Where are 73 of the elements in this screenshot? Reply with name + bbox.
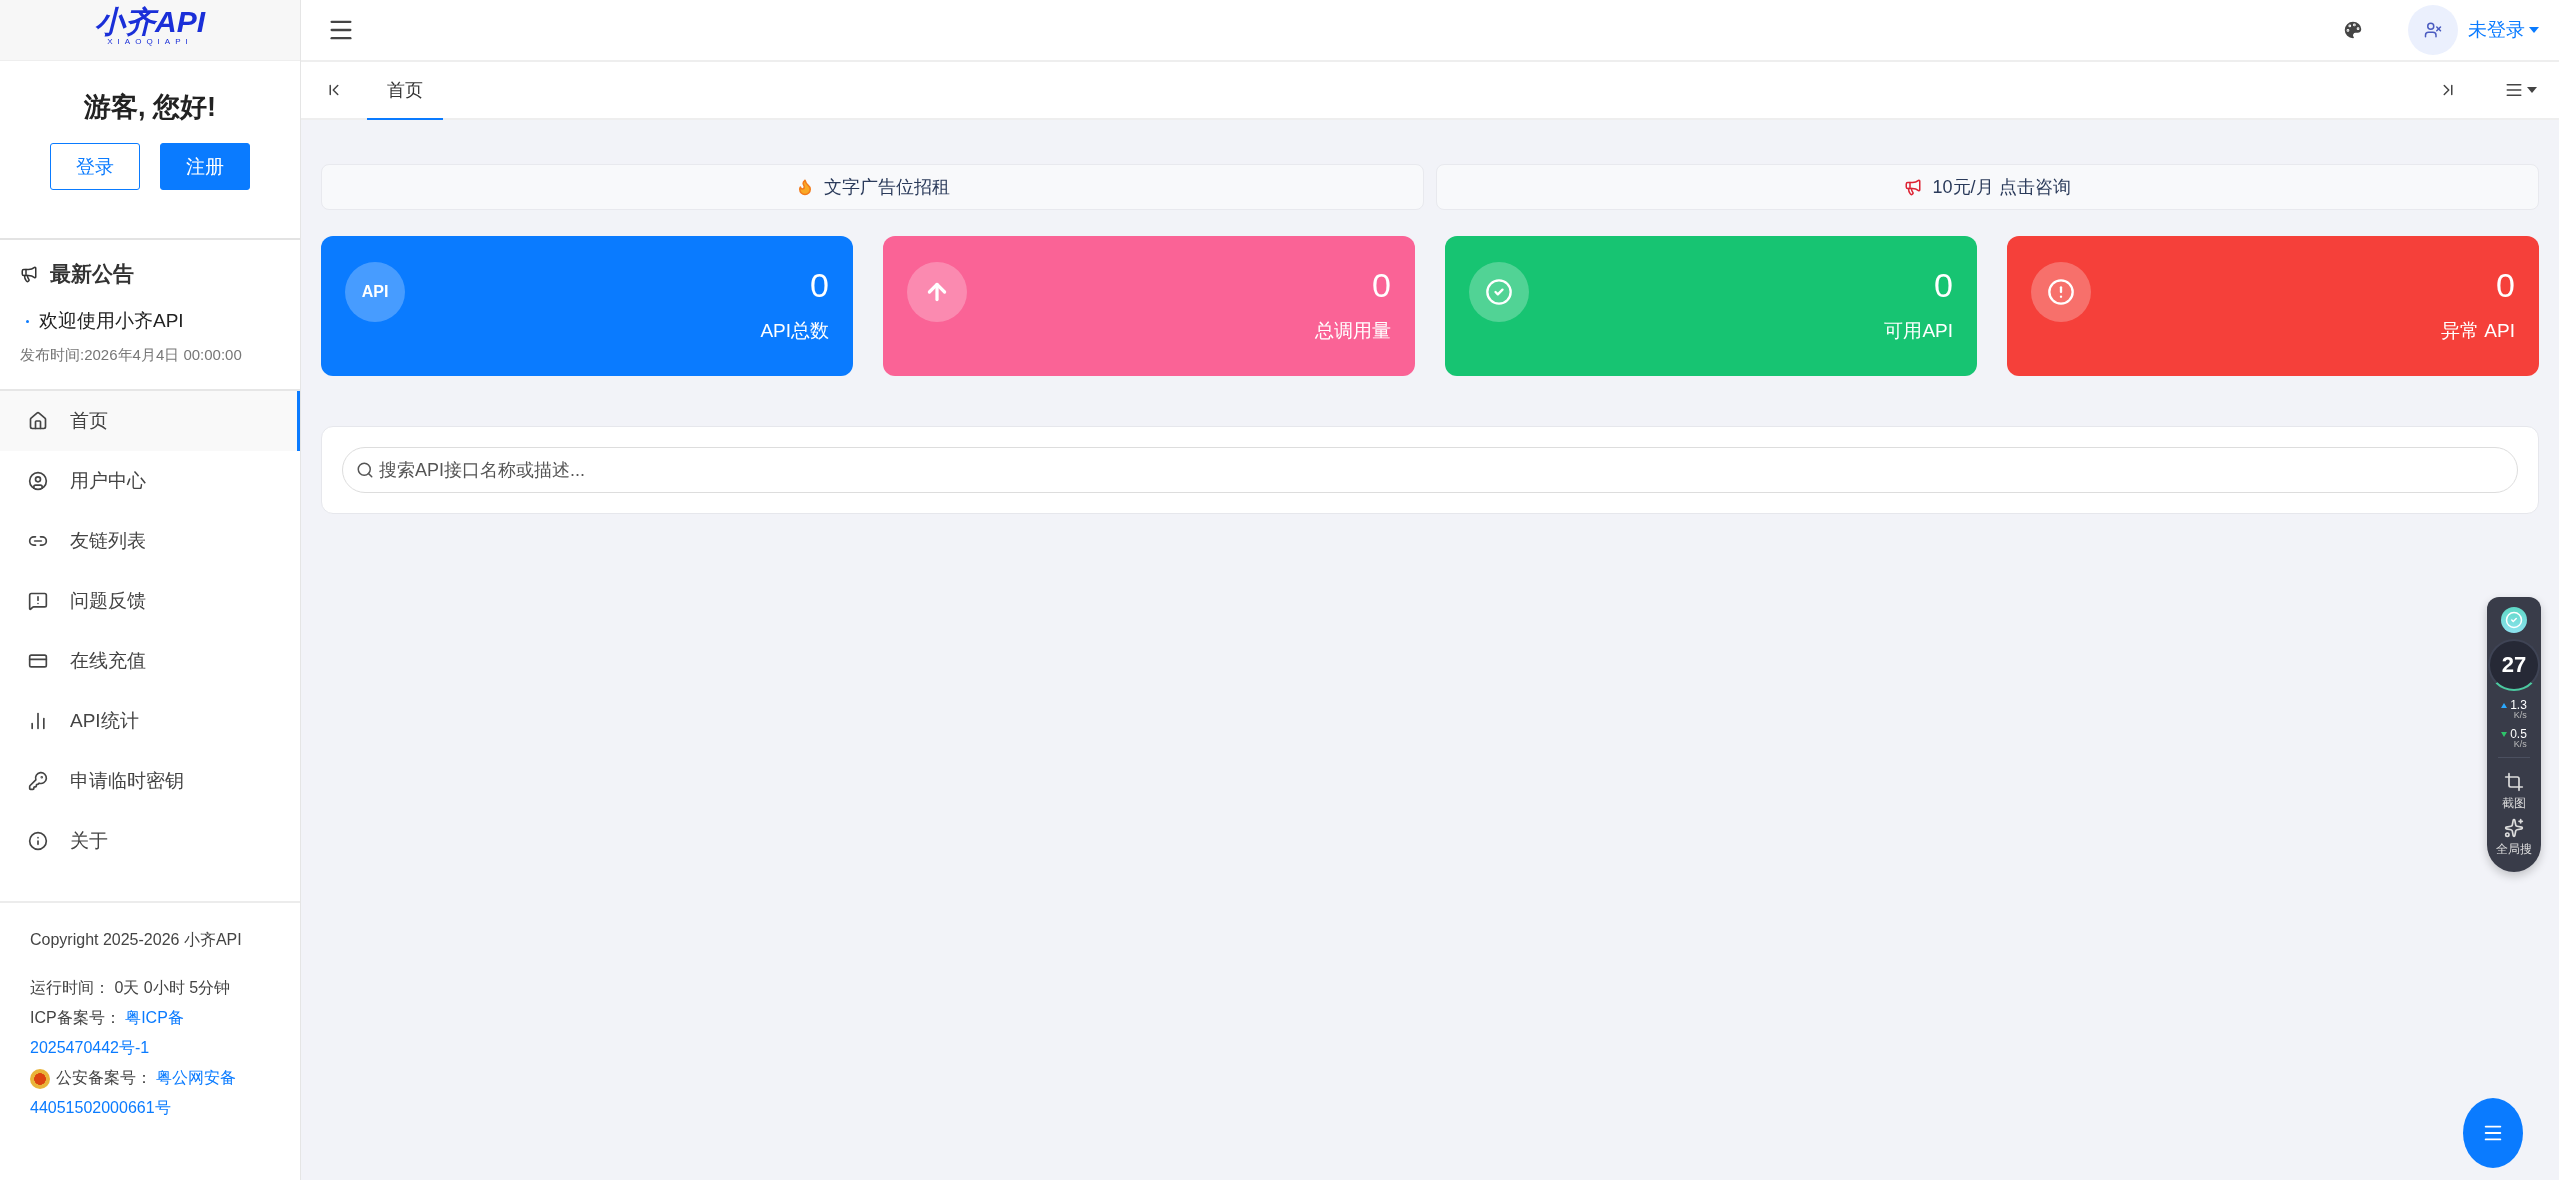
nav-item[interactable]: API统计 (0, 691, 300, 751)
megaphone-icon (1904, 178, 1923, 196)
caret-icon (2527, 87, 2537, 93)
stat-label: API总数 (760, 319, 829, 343)
widget-tool[interactable]: 截图 (2502, 772, 2526, 812)
nav-item[interactable]: 友链列表 (0, 511, 300, 571)
upload-icon (2501, 703, 2508, 708)
register-button[interactable]: 注册 (160, 143, 250, 190)
bullet-icon (26, 319, 29, 323)
nav-item[interactable]: 在线充值 (0, 631, 300, 691)
user-off-icon (2424, 21, 2442, 39)
runtime-value: 0天 0小时 5分钟 (114, 979, 231, 996)
ad-text: 文字广告位招租 (823, 176, 950, 199)
unit: K/s (2512, 711, 2527, 720)
nav-item[interactable]: 申请临时密钥 (0, 751, 300, 811)
stat-label: 总调用量 (1315, 319, 1391, 343)
announcement-link[interactable]: 欢迎使用小齐API (39, 308, 184, 334)
avatar[interactable] (2408, 5, 2458, 55)
widget-tool[interactable]: 全局搜 (2496, 818, 2532, 858)
announcement-title: 最新公告 (50, 261, 134, 287)
ad-banner[interactable]: 文字广告位招租 (321, 164, 1424, 210)
ad-banner[interactable]: 10元/月 点击咨询 (1436, 164, 2539, 210)
icp-label: ICP备案号： (30, 1009, 121, 1026)
police-label: 公安备案号： (56, 1069, 152, 1086)
login-button[interactable]: 登录 (50, 143, 140, 190)
ad-text: 10元/月 点击咨询 (1932, 176, 2071, 199)
stat-label: 异常 API (2441, 319, 2515, 343)
logo-title: 小齐API (95, 7, 205, 37)
feedback-icon (28, 591, 48, 611)
check-icon (2501, 607, 2527, 633)
stat-value: 0 (2496, 268, 2515, 302)
download-speed: 0.5 (2510, 728, 2527, 740)
icp-link[interactable]: 粤ICP备 (125, 1009, 184, 1026)
copyright: Copyright 2025-2026 小齐API (30, 930, 243, 950)
palette-icon (2342, 19, 2364, 41)
user-icon (28, 471, 48, 491)
bar-chart-icon (28, 711, 48, 731)
download-icon (2501, 732, 2508, 737)
home-icon (28, 411, 48, 431)
key-icon (28, 771, 48, 791)
arrow-up-icon (907, 262, 967, 322)
runtime-label: 运行时间： (30, 979, 110, 996)
megaphone-icon (20, 265, 38, 283)
stat-value: 0 (810, 268, 829, 302)
check-circle-icon (1469, 262, 1529, 322)
greeting: 游客, 您好! (83, 91, 217, 124)
info-icon (28, 831, 48, 851)
nav-item[interactable]: 关于 (0, 811, 300, 871)
emblem-icon (30, 1068, 50, 1089)
search-sparkle-icon (2504, 818, 2524, 838)
crop-icon (2504, 772, 2524, 792)
search-icon (356, 461, 374, 479)
upload-speed: 1.3 (2510, 699, 2527, 711)
alert-icon (2031, 262, 2091, 322)
api-badge: API (345, 262, 405, 322)
police-link[interactable]: 44051502000661号 (30, 1099, 171, 1116)
announcement-date: 发布时间:2026年4月4日 00:00:00 (20, 346, 243, 365)
list-icon (2505, 81, 2523, 99)
unit: K/s (2512, 740, 2527, 749)
nav-item[interactable]: 用户中心 (0, 451, 300, 511)
stat-value: 0 (1934, 268, 1953, 302)
card-icon (28, 651, 48, 671)
search-field[interactable]: 搜索API接口名称或描述... (342, 447, 2518, 493)
icp-link[interactable]: 2025470442号-1 (30, 1039, 150, 1056)
stat-label: 可用API (1884, 319, 1953, 343)
stat-value: 0 (1372, 268, 1391, 302)
nav-item[interactable]: 问题反馈 (0, 571, 300, 631)
nav-item[interactable]: 首页 (0, 391, 300, 451)
user-menu[interactable]: 未登录 (2468, 17, 2539, 43)
logo-subtitle: XIAOQIAPI (107, 37, 193, 46)
score-ring: 27 (2488, 639, 2540, 691)
police-link[interactable]: 粤公网安备 (156, 1069, 237, 1086)
tab[interactable]: 首页 (367, 62, 443, 120)
